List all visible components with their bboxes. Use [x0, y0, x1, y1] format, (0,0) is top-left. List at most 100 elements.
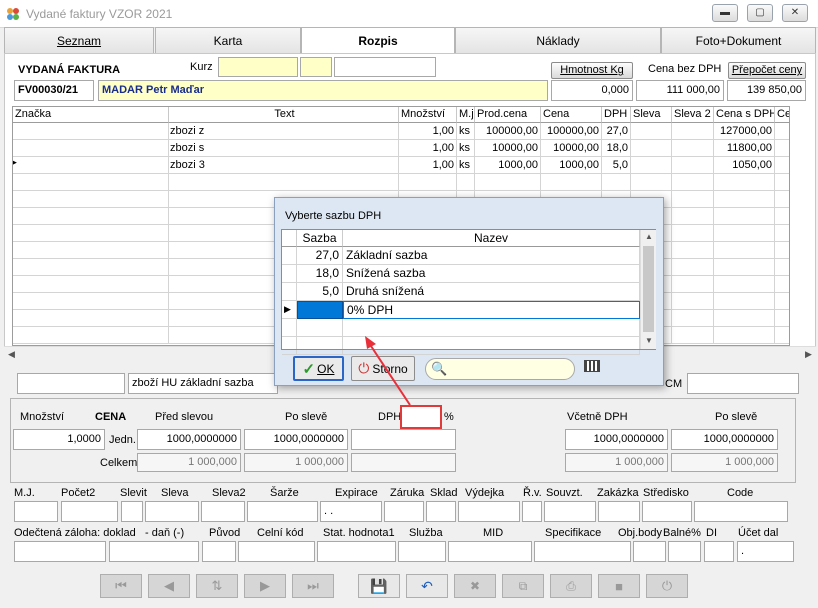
extra-field[interactable]: [121, 501, 143, 522]
dialog-grid-cell[interactable]: Snížená sazba: [343, 265, 640, 283]
grid-cell[interactable]: 11800,00: [714, 140, 775, 157]
extra-field[interactable]: [14, 501, 58, 522]
grid-cell[interactable]: [631, 123, 672, 140]
extra-field[interactable]: [694, 501, 788, 522]
grid-cell[interactable]: [672, 242, 714, 259]
grid-cell[interactable]: [541, 174, 602, 191]
extra-field[interactable]: [109, 541, 199, 562]
dialog-grid-cell[interactable]: 18,0: [297, 265, 343, 283]
grid-cell[interactable]: [672, 174, 714, 191]
grid-cell[interactable]: [13, 293, 169, 310]
dialog-grid-cell[interactable]: 27,0: [297, 247, 343, 265]
grid-cell[interactable]: [714, 208, 775, 225]
extra-field[interactable]: [598, 501, 640, 522]
grid-cell[interactable]: zbozi s: [169, 140, 399, 157]
keyboard-icon[interactable]: [584, 360, 600, 372]
grid-cell[interactable]: [672, 157, 714, 174]
extra-field[interactable]: [704, 541, 734, 562]
grid-cell[interactable]: [775, 225, 789, 242]
grid-cell[interactable]: [714, 225, 775, 242]
extra-field[interactable]: [448, 541, 532, 562]
print-button[interactable]: ⎙: [550, 574, 592, 598]
dialog-row-indicator[interactable]: [282, 283, 297, 301]
grid-cell[interactable]: 100000,00: [541, 123, 602, 140]
dph-value-field[interactable]: [351, 429, 456, 450]
tab-rozpis[interactable]: Rozpis: [301, 27, 455, 54]
extra-field[interactable]: [534, 541, 631, 562]
grid-cell[interactable]: [775, 174, 789, 191]
grid-cell[interactable]: [631, 157, 672, 174]
grid-cell[interactable]: [13, 276, 169, 293]
dialog-grid-cell[interactable]: [297, 301, 343, 319]
grid-cell[interactable]: [169, 174, 399, 191]
prev-record-button[interactable]: ◀: [148, 574, 190, 598]
grid-cell[interactable]: [399, 174, 457, 191]
kurz-unit-field[interactable]: [300, 57, 332, 77]
exit-button[interactable]: ⏻: [646, 574, 688, 598]
grid-cell[interactable]: [714, 259, 775, 276]
grid-cell[interactable]: [672, 327, 714, 344]
grid-cell[interactable]: [775, 310, 789, 327]
grid-cell[interactable]: [672, 140, 714, 157]
save-button[interactable]: 💾: [358, 574, 400, 598]
kurz-extra-field[interactable]: [334, 57, 436, 77]
grid-cell[interactable]: [714, 191, 775, 208]
col-sleva2[interactable]: Sleva 2: [672, 107, 714, 123]
scroll-thumb[interactable]: [643, 246, 654, 332]
dialog-row-indicator[interactable]: [282, 247, 297, 265]
grid-cell[interactable]: ks: [457, 123, 475, 140]
dialog-row-indicator[interactable]: [282, 337, 297, 355]
grid-cell[interactable]: [457, 174, 475, 191]
dialog-grid-cell[interactable]: 5,0: [297, 283, 343, 301]
close-button[interactable]: ✕: [782, 4, 808, 22]
next-record-button[interactable]: ▶: [244, 574, 286, 598]
grid-cell[interactable]: [714, 242, 775, 259]
col-mnozstvi[interactable]: Množství: [399, 107, 457, 123]
grid-cell[interactable]: [13, 259, 169, 276]
extra-field[interactable]: [544, 501, 596, 522]
dialog-vertical-scrollbar[interactable]: ▲ ▼: [640, 230, 656, 349]
col-prodcena[interactable]: Prod.cena: [475, 107, 541, 123]
grid-cell[interactable]: 100000,00: [475, 123, 541, 140]
extra-field[interactable]: [458, 501, 520, 522]
extra-field[interactable]: . .: [320, 501, 382, 522]
prepocet-button[interactable]: Přepočet ceny: [728, 62, 806, 79]
grid-cell[interactable]: [13, 225, 169, 242]
category-field[interactable]: zboží HU základní sazba: [128, 373, 278, 394]
extra-field[interactable]: [247, 501, 318, 522]
grid-cell[interactable]: 27,0: [602, 123, 631, 140]
copy-row-button[interactable]: ⧉: [502, 574, 544, 598]
extra-field[interactable]: [61, 501, 118, 522]
grid-cell[interactable]: [714, 276, 775, 293]
extra-field[interactable]: [426, 501, 456, 522]
col-dph[interactable]: DPH: [602, 107, 631, 123]
kurz-field[interactable]: [218, 57, 298, 77]
scroll-down-icon[interactable]: ▼: [645, 336, 653, 345]
grid-cell[interactable]: [13, 310, 169, 327]
grid-cell[interactable]: [714, 327, 775, 344]
grid-cell[interactable]: 0,00: [775, 123, 789, 140]
grid-cell[interactable]: [775, 208, 789, 225]
grid-cell[interactable]: [714, 174, 775, 191]
grid-cell[interactable]: 18,0: [602, 140, 631, 157]
first-record-button[interactable]: ⏮: [100, 574, 142, 598]
scroll-left-icon[interactable]: ◀: [8, 349, 15, 360]
col-text[interactable]: Text: [169, 107, 399, 123]
col-cena2[interactable]: Cena: [775, 107, 789, 123]
grid-cell[interactable]: [13, 191, 169, 208]
grid-cell[interactable]: [13, 327, 169, 344]
grid-cell[interactable]: [475, 174, 541, 191]
col-cena[interactable]: Cena: [541, 107, 602, 123]
grid-cell[interactable]: [714, 293, 775, 310]
vat-rate-grid[interactable]: Sazba Nazev 27,0 Základní sazba 18,0 Snížen…: [281, 229, 656, 355]
grid-cell[interactable]: [13, 174, 169, 191]
grid-cell[interactable]: [672, 259, 714, 276]
extra-field[interactable]: [384, 501, 424, 522]
ok-button[interactable]: ✓ OK: [293, 356, 344, 381]
grid-cell[interactable]: [602, 174, 631, 191]
undo-button[interactable]: ↶: [406, 574, 448, 598]
tab-naklady[interactable]: Náklady: [455, 27, 661, 53]
invoice-number-field[interactable]: FV00030/21: [14, 80, 94, 101]
grid-cell[interactable]: [13, 242, 169, 259]
grid-cell[interactable]: [672, 293, 714, 310]
